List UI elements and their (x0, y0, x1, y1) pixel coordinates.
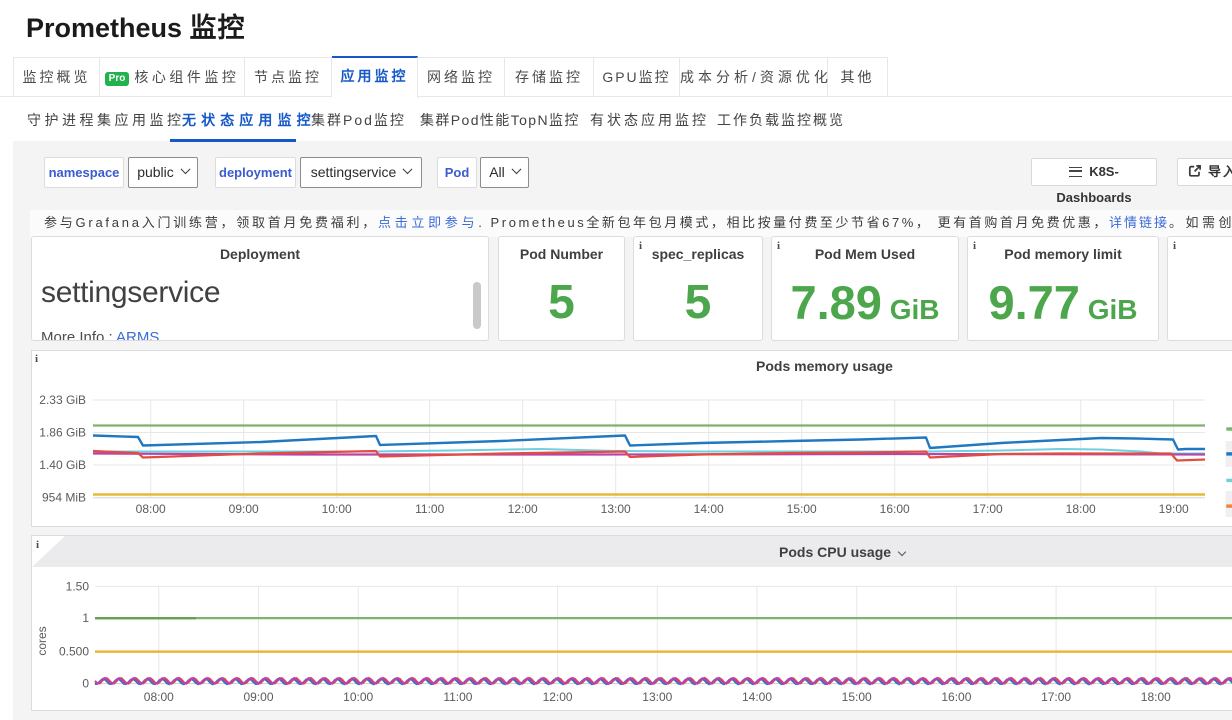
svg-text:11:00: 11:00 (415, 502, 444, 516)
svg-text:14:00: 14:00 (742, 690, 772, 704)
svg-text:11:00: 11:00 (443, 690, 472, 704)
svg-text:10:00: 10:00 (343, 690, 373, 704)
svg-text:1.40 GiB: 1.40 GiB (39, 458, 86, 472)
svg-text:08:00: 08:00 (136, 502, 166, 516)
svg-text:cores: cores (35, 626, 49, 655)
svg-text:15:00: 15:00 (842, 690, 872, 704)
svg-text:18:00: 18:00 (1141, 690, 1171, 704)
svg-text:2.33 GiB: 2.33 GiB (39, 393, 86, 407)
svg-text:19:00: 19:00 (1159, 502, 1189, 516)
svg-text:0.500: 0.500 (59, 645, 89, 659)
svg-text:18:00: 18:00 (1066, 502, 1096, 516)
svg-text:1.50: 1.50 (66, 579, 90, 593)
svg-text:17:00: 17:00 (973, 502, 1003, 516)
svg-text:1: 1 (82, 611, 89, 625)
svg-text:16:00: 16:00 (941, 690, 971, 704)
svg-text:16:00: 16:00 (880, 502, 910, 516)
svg-text:08:00: 08:00 (144, 690, 174, 704)
svg-text:0: 0 (82, 677, 89, 691)
svg-text:14:00: 14:00 (694, 502, 724, 516)
svg-text:1.86 GiB: 1.86 GiB (39, 426, 86, 440)
svg-text:12:00: 12:00 (508, 502, 538, 516)
svg-text:954 MiB: 954 MiB (42, 491, 86, 505)
svg-text:17:00: 17:00 (1041, 690, 1071, 704)
svg-text:09:00: 09:00 (229, 502, 259, 516)
svg-text:09:00: 09:00 (243, 690, 273, 704)
svg-text:10:00: 10:00 (322, 502, 352, 516)
svg-text:15:00: 15:00 (787, 502, 817, 516)
svg-text:13:00: 13:00 (601, 502, 631, 516)
svg-text:13:00: 13:00 (642, 690, 672, 704)
svg-text:12:00: 12:00 (543, 690, 573, 704)
